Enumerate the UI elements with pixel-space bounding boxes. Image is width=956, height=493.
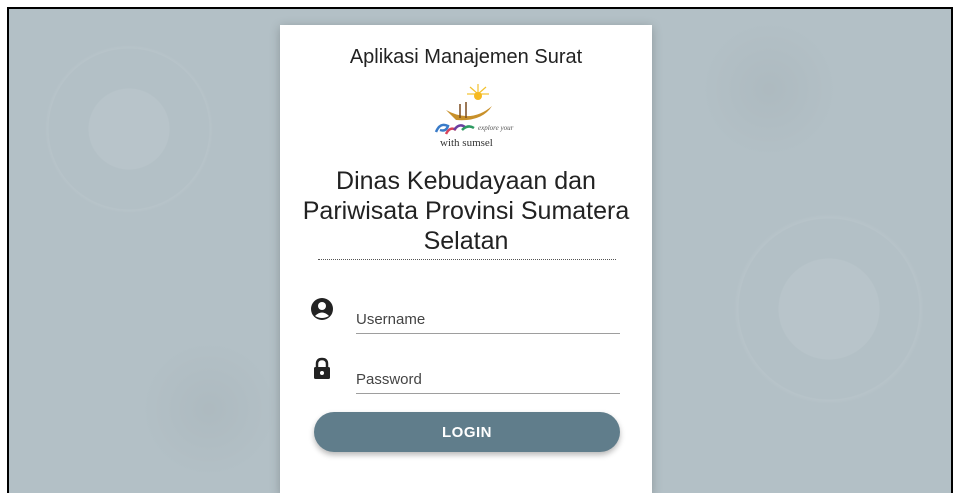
- lock-icon: [314, 357, 330, 379]
- username-input[interactable]: [356, 305, 620, 334]
- sumsel-logo: explore your with sumsel: [434, 84, 514, 149]
- password-field-group: [310, 355, 620, 395]
- organization-name: Dinas Kebudayaan dan Pariwisata Provinsi…: [302, 167, 630, 255]
- user-circle-icon: [311, 298, 333, 320]
- username-field-group: [310, 295, 620, 335]
- logo-wordmark-text: with sumsel: [440, 137, 493, 149]
- page-background: Aplikasi Manajemen Surat explore your wi…: [7, 7, 953, 493]
- password-input[interactable]: [356, 365, 620, 394]
- app-title: Aplikasi Manajemen Surat: [349, 46, 583, 68]
- login-card: Aplikasi Manajemen Surat explore your wi…: [280, 25, 652, 493]
- divider: [318, 259, 616, 260]
- logo-tagline-text: explore your: [478, 124, 514, 132]
- login-button[interactable]: LOGIN: [314, 412, 620, 452]
